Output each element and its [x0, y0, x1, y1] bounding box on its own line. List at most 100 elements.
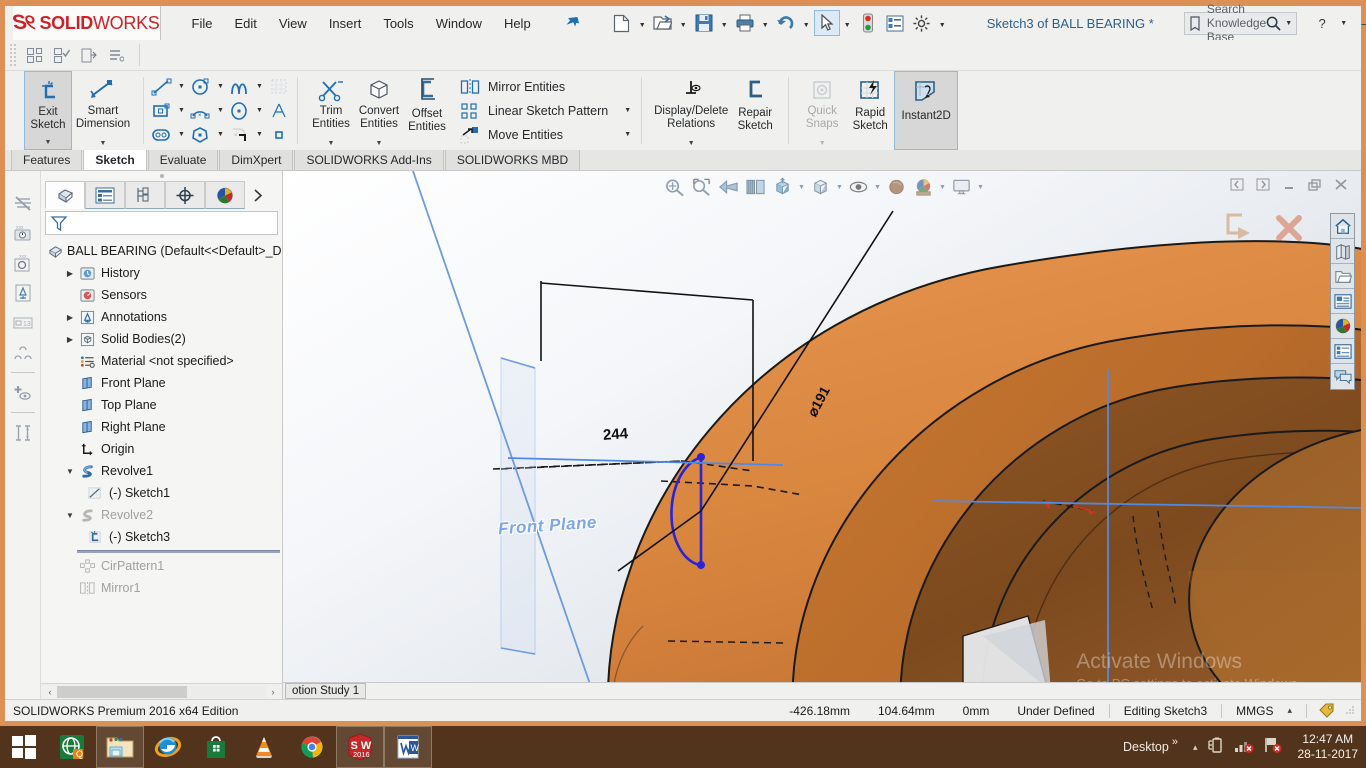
exit-sketch-button[interactable]: Exit Sketch ▼ [24, 71, 72, 150]
tab-features[interactable]: Features [11, 149, 82, 170]
menu-tools[interactable]: Tools [372, 11, 424, 36]
scroll-left-icon[interactable]: ‹ [43, 687, 57, 697]
motion-study-tab[interactable]: otion Study 1 [285, 683, 366, 699]
new-document-button[interactable] [609, 10, 635, 36]
menu-edit[interactable]: Edit [223, 11, 267, 36]
rectangle-tool[interactable] [148, 99, 176, 123]
doc-restore-button[interactable] [1305, 175, 1325, 193]
prev-pane-button[interactable] [1227, 175, 1247, 193]
ribbon-mini-2[interactable] [50, 44, 74, 66]
tree-item-sketch1[interactable]: (-) Sketch1 [47, 482, 282, 504]
sensor-box-icon[interactable]: xxx [8, 249, 38, 276]
fillet-tool[interactable]: × [226, 123, 254, 147]
print-caret-icon[interactable]: ▼ [759, 10, 772, 36]
magnifier-icon[interactable] [1266, 16, 1281, 31]
tree-item-ball-bearing[interactable]: BALL BEARING (Default<<Default>_Dis [47, 240, 282, 262]
view-orientation-button[interactable] [769, 175, 796, 199]
tray-expand-icon[interactable]: ▴ [1193, 742, 1198, 753]
repair-sketch-button[interactable]: Repair Sketch [731, 71, 779, 150]
point-tool[interactable] [265, 123, 293, 147]
pin-icon[interactable] [560, 11, 582, 35]
view-settings-caret-icon[interactable]: ▼ [975, 184, 986, 191]
move-entities-item[interactable]: Move Entities ▼ [456, 123, 637, 147]
mirror-entities-item[interactable]: Mirror Entities [456, 75, 637, 99]
hide-show-items-caret-icon[interactable]: ▼ [872, 184, 883, 191]
home-button[interactable] [1331, 214, 1354, 239]
people-view-icon[interactable] [8, 339, 38, 366]
spline-tool-caret-icon[interactable]: ▼ [254, 83, 265, 90]
rectangle-tool-caret-icon[interactable]: ▼ [176, 107, 187, 114]
taskbar-solidworks[interactable]: S W2016 [336, 726, 384, 768]
polygon-tool-caret-icon[interactable]: ▼ [215, 131, 226, 138]
ball-bearing-3d-model[interactable] [283, 171, 1361, 699]
tray-battery-icon[interactable] [1207, 736, 1225, 759]
help-caret-icon[interactable]: ▼ [1337, 11, 1350, 35]
feature-tree-horizontal-scrollbar[interactable]: ‹ › [41, 683, 282, 699]
scroll-thumb[interactable] [57, 686, 187, 698]
menu-help[interactable]: Help [493, 11, 542, 36]
save-document-button[interactable] [691, 10, 717, 36]
tree-item-front-plane[interactable]: Front Plane [47, 372, 282, 394]
settings-button[interactable] [909, 10, 935, 36]
offset-entities-button[interactable]: Offset Entities [403, 71, 451, 150]
undo-button[interactable] [773, 10, 799, 36]
move-entities-caret-icon[interactable]: ▼ [608, 131, 635, 138]
print-button[interactable] [732, 10, 758, 36]
menu-window[interactable]: Window [425, 11, 493, 36]
exit-sketch-dropdown-icon[interactable]: ▼ [45, 139, 52, 146]
tray-flag-icon[interactable] [1263, 736, 1283, 759]
configuration-manager-tab[interactable] [125, 181, 165, 209]
select-button[interactable] [814, 10, 840, 36]
text-tool[interactable] [265, 99, 293, 123]
property-manager-tab[interactable] [85, 181, 125, 209]
rebuild-button[interactable] [855, 10, 881, 36]
tree-item-cirpattern1[interactable]: CirPattern1 [47, 555, 282, 577]
display-style-caret-icon[interactable]: ▼ [834, 184, 845, 191]
arc-tool[interactable]: × [187, 99, 215, 123]
taskbar-chrome[interactable] [288, 726, 336, 768]
rollback-bar[interactable] [77, 550, 280, 553]
arc-tool-caret-icon[interactable]: ▼ [215, 107, 226, 114]
panel-resize-handle[interactable] [41, 171, 282, 181]
appearances-button[interactable] [1331, 314, 1354, 339]
feature-tree-tab[interactable] [45, 181, 85, 209]
taskbar-vlc[interactable] [240, 726, 288, 768]
dimension-244[interactable]: 244 [602, 425, 628, 444]
tree-item-material[interactable]: Material <not specified> [47, 350, 282, 372]
line-tool-caret-icon[interactable]: ▼ [176, 83, 187, 90]
minimize-button[interactable]: – [1352, 11, 1366, 35]
taskbar-internet-explorer[interactable] [144, 726, 192, 768]
menu-file[interactable]: File [181, 11, 224, 36]
dimxpert-manager-tab[interactable] [165, 181, 205, 209]
linear-sketch-pattern-caret-icon[interactable]: ▼ [608, 107, 635, 114]
trim-grid-tool[interactable] [265, 75, 293, 99]
apply-scene-caret-icon[interactable]: ▼ [937, 184, 948, 191]
open-document-button[interactable] [650, 10, 676, 36]
tray-network-icon[interactable] [1234, 736, 1254, 759]
next-pane-button[interactable] [1253, 175, 1273, 193]
desktop-label[interactable]: Desktop [1123, 740, 1169, 754]
annotation-a-icon[interactable] [8, 279, 38, 306]
search-input[interactable]: Search Knowledge Base [1207, 2, 1266, 44]
feature-manager-more-tabs[interactable] [245, 181, 272, 209]
ellipse-tool[interactable] [226, 99, 254, 123]
view-orientation-caret-icon[interactable]: ▼ [796, 184, 807, 191]
sketch-corner-arrow-icon[interactable] [1216, 209, 1266, 247]
dimension-bracket-icon[interactable] [8, 419, 38, 446]
menu-view[interactable]: View [268, 11, 318, 36]
taskbar-store[interactable] [192, 726, 240, 768]
smart-dimension-dropdown-icon[interactable]: ▼ [100, 140, 107, 147]
smart-dimension-button[interactable]: Smart Dimension ▼ [72, 71, 134, 150]
tree-item-sketch3[interactable]: (-) Sketch3 [47, 526, 282, 548]
scroll-right-icon[interactable]: › [266, 687, 280, 697]
open-document-caret-icon[interactable]: ▼ [677, 10, 690, 36]
select-caret-icon[interactable]: ▼ [841, 10, 854, 36]
slot-tool[interactable] [148, 123, 176, 147]
zoom-area-button[interactable] [688, 175, 715, 199]
search-knowledge-base[interactable]: Search Knowledge Base ▼ [1184, 12, 1297, 35]
quick-snaps-button[interactable]: Quick Snaps ▼ [798, 71, 846, 150]
tab-evaluate[interactable]: Evaluate [148, 149, 219, 170]
doc-close-button[interactable] [1331, 175, 1351, 193]
ellipse-tool-caret-icon[interactable]: ▼ [254, 107, 265, 114]
tree-item-solid-bodies[interactable]: ▶ Solid Bodies(2) [47, 328, 282, 350]
